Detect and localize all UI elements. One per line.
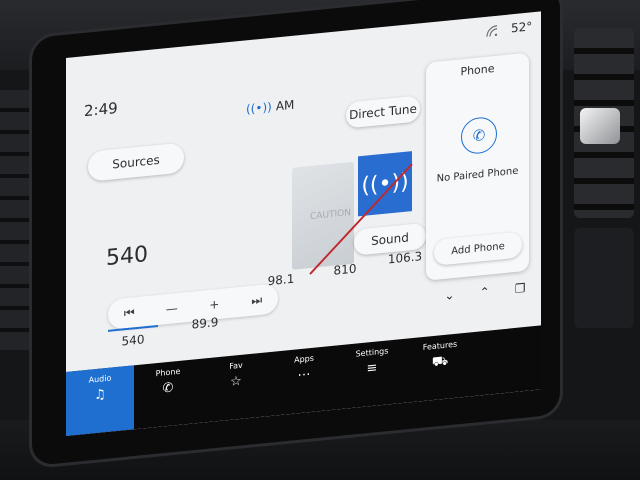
phone-panel-title: Phone bbox=[460, 61, 495, 79]
outside-temperature: 52° bbox=[511, 19, 533, 36]
nav-phone-label: Phone bbox=[155, 366, 181, 379]
signal-icon bbox=[486, 25, 498, 37]
nav-phone[interactable]: Phone ✆ bbox=[134, 359, 202, 430]
chevron-down-icon[interactable]: ⌄ bbox=[445, 288, 455, 313]
nav-features-label: Features bbox=[422, 339, 458, 353]
music-note-icon: ♫ bbox=[94, 387, 106, 404]
band-indicator: ((•)) AM bbox=[246, 98, 294, 117]
truck-icon: ⛟ bbox=[431, 353, 449, 371]
preset-button[interactable]: 89.9 bbox=[180, 314, 230, 333]
sound-label: Sound bbox=[371, 230, 409, 249]
direct-tune-label: Direct Tune bbox=[349, 101, 417, 123]
phone-status: No Paired Phone bbox=[436, 165, 519, 185]
radio-antenna-icon: ((•)) bbox=[246, 99, 272, 117]
star-icon: ☆ bbox=[230, 373, 242, 390]
chevron-up-icon[interactable]: ⌃ bbox=[480, 284, 490, 309]
nav-audio-label: Audio bbox=[88, 373, 112, 385]
panel-controls: ⌄ ⌃ ❐ bbox=[432, 280, 538, 314]
nav-fav-label: Fav bbox=[229, 360, 243, 371]
nav-settings[interactable]: Settings ≡ bbox=[338, 339, 406, 410]
right-dash-panel bbox=[574, 228, 634, 328]
nav-settings-label: Settings bbox=[355, 346, 389, 359]
nav-features[interactable]: Features ⛟ bbox=[406, 332, 474, 403]
add-phone-label: Add Phone bbox=[451, 240, 505, 257]
nav-apps-label: Apps bbox=[294, 353, 314, 365]
sources-label: Sources bbox=[112, 152, 160, 172]
preset-button[interactable]: 98.1 bbox=[256, 270, 306, 289]
split-screen-icon[interactable]: ❐ bbox=[515, 281, 526, 306]
sources-button[interactable]: Sources bbox=[88, 142, 184, 182]
nav-fav[interactable]: Fav ☆ bbox=[202, 352, 270, 423]
add-phone-button[interactable]: Add Phone bbox=[434, 231, 522, 266]
phone-panel: Phone ✆ No Paired Phone Add Phone bbox=[426, 52, 529, 281]
preset-bar: 98.1 810 106.3 540 89.9 bbox=[106, 249, 434, 350]
sliders-icon: ≡ bbox=[366, 360, 378, 377]
phone-icon[interactable]: ✆ bbox=[461, 115, 497, 156]
band-label: AM bbox=[275, 97, 295, 114]
nav-apps[interactable]: Apps ⋯ bbox=[270, 345, 338, 416]
apps-grid-icon: ⋯ bbox=[297, 367, 311, 384]
phone-icon: ✆ bbox=[162, 380, 174, 397]
clock: 2:49 bbox=[84, 98, 118, 121]
vent-adjust-knob bbox=[580, 108, 620, 144]
current-frequency: 540 bbox=[106, 241, 148, 272]
direct-tune-button[interactable]: Direct Tune bbox=[346, 95, 420, 129]
nav-audio[interactable]: Audio ♫ bbox=[66, 365, 134, 436]
infotainment-screen: 2:49 52° ((•)) AM Sources Direct Tune CA… bbox=[66, 11, 541, 437]
left-air-vent bbox=[0, 90, 30, 350]
preset-button-active[interactable]: 540 bbox=[108, 324, 158, 350]
